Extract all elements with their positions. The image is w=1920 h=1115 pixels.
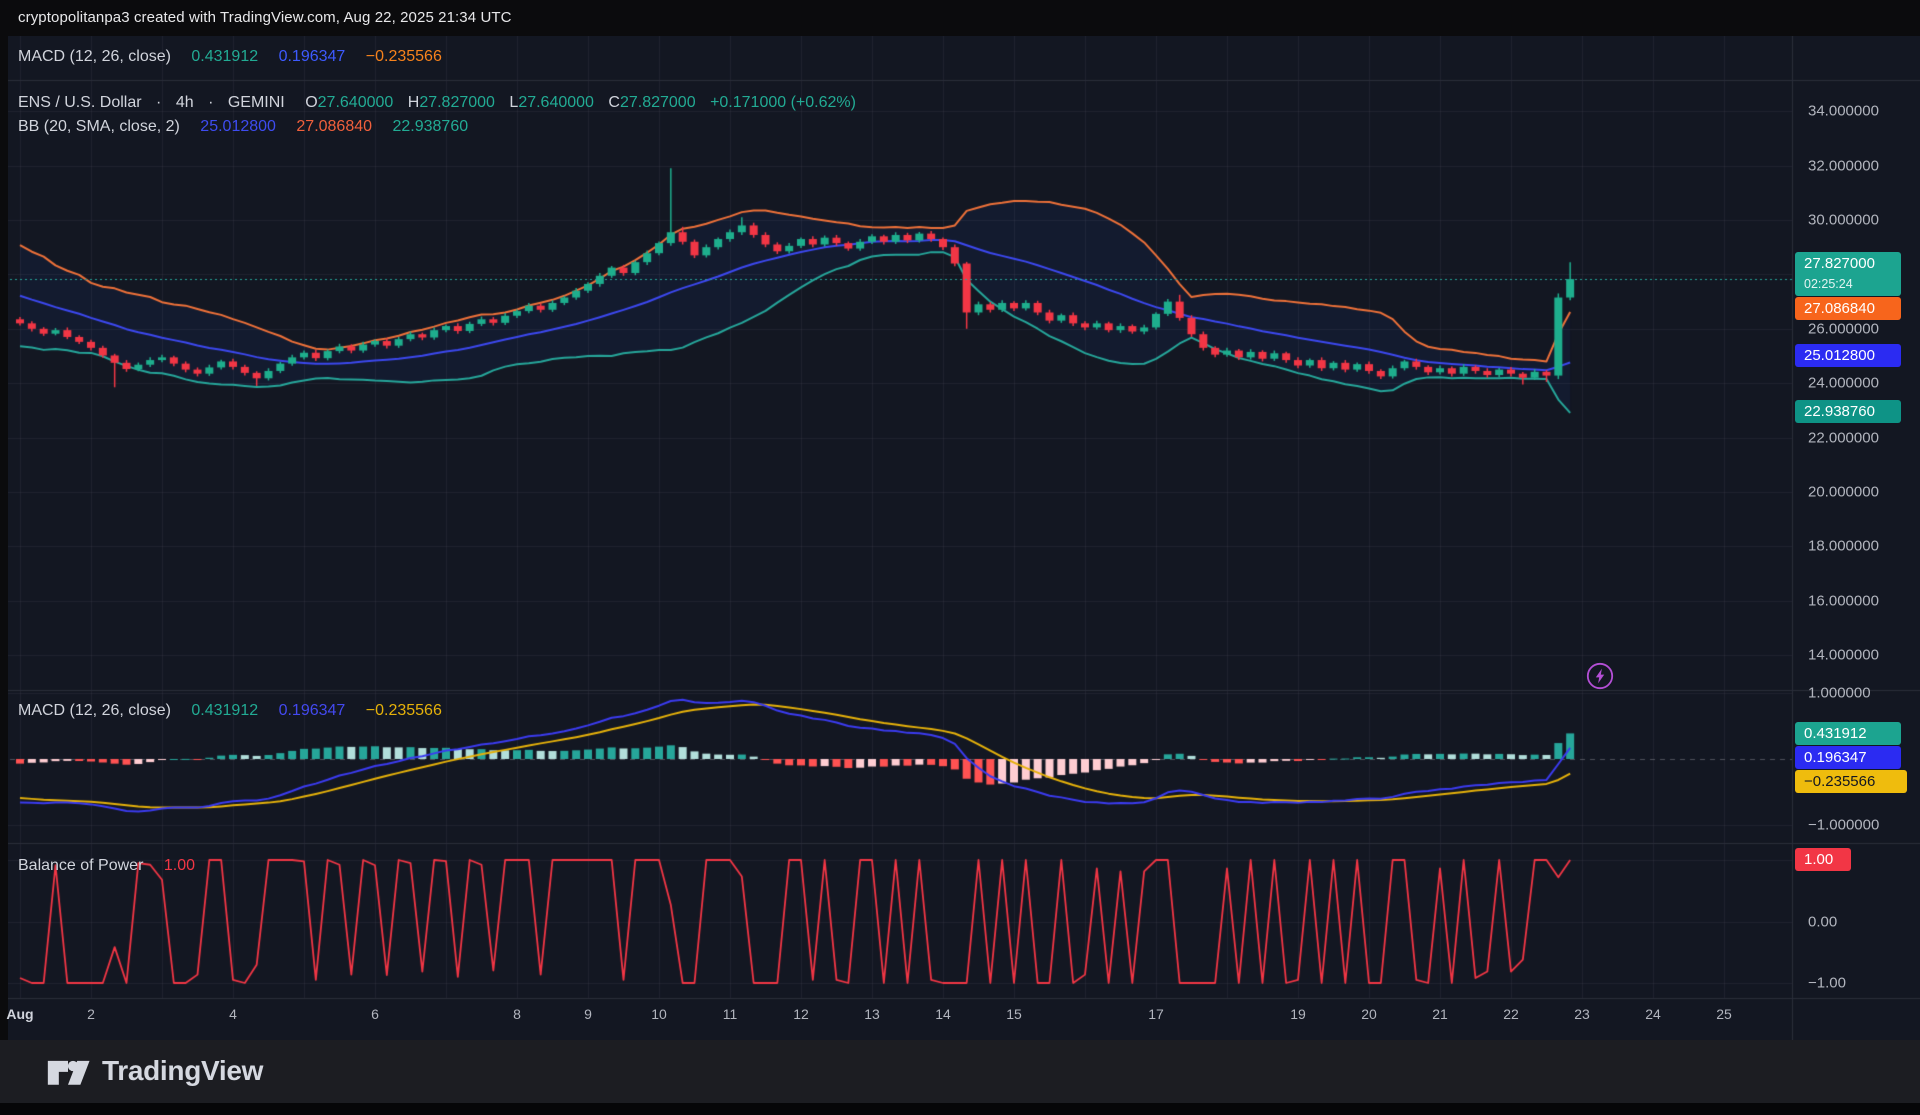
current-price-badge: 27.827000 02:25:24 xyxy=(1795,252,1901,296)
tradingview-chart-app: cryptopolitanpa3 created with TradingVie… xyxy=(0,0,1920,1115)
watermark-text: cryptopolitanpa3 created with TradingVie… xyxy=(18,9,512,26)
change-value: +0.171000 (+0.62%) xyxy=(710,94,856,111)
title-bar: cryptopolitanpa3 created with TradingVie… xyxy=(0,0,1920,36)
chart-canvas[interactable] xyxy=(0,36,1920,1040)
bop-axis-label: 0.00 xyxy=(1808,913,1837,930)
price-axis-label: 30.000000 xyxy=(1808,212,1879,229)
macd-signal-badge: −0.235566 xyxy=(1795,770,1907,793)
bb-basis-value: 25.012800 xyxy=(200,118,276,135)
time-axis-label: 8 xyxy=(513,1006,521,1022)
time-axis-label: 22 xyxy=(1503,1006,1519,1022)
time-axis-label: 11 xyxy=(723,1006,738,1022)
open-value: 27.640000 xyxy=(318,94,394,111)
lightning-icon xyxy=(1585,661,1615,691)
time-axis-label: 25 xyxy=(1716,1006,1732,1022)
time-axis-label: 14 xyxy=(935,1006,951,1022)
bop-value: 1.00 xyxy=(164,857,195,874)
time-axis-label: 24 xyxy=(1645,1006,1661,1022)
price-axis-label: 22.000000 xyxy=(1808,429,1879,446)
macd-line-badge: 0.196347 xyxy=(1795,746,1901,769)
macd-top-signal-value: −0.235566 xyxy=(366,48,442,65)
left-edge-strip xyxy=(0,36,8,1040)
low-label: L xyxy=(509,94,518,111)
macd-pane-legend: MACD (12, 26, close) 0.431912 0.196347 −… xyxy=(18,702,442,720)
low-value: 27.640000 xyxy=(518,94,594,111)
time-axis-label: 12 xyxy=(793,1006,809,1022)
bop-legend: Balance of Power 1.00 xyxy=(18,857,195,875)
boost-lightning-button[interactable] xyxy=(1585,661,1615,691)
time-axis-label: 4 xyxy=(229,1006,237,1022)
tradingview-logo[interactable]: TradingView xyxy=(46,1051,263,1091)
time-axis-label: 19 xyxy=(1290,1006,1306,1022)
time-axis-label: 20 xyxy=(1361,1006,1377,1022)
footer-bar xyxy=(0,1040,1920,1103)
separator-dot: · xyxy=(208,94,213,111)
price-axis-label: 20.000000 xyxy=(1808,484,1879,501)
bb-legend: BB (20, SMA, close, 2) 25.012800 27.0868… xyxy=(18,118,468,136)
price-axis-label: 32.000000 xyxy=(1808,157,1879,174)
high-value: 27.827000 xyxy=(419,94,495,111)
macd-legend-label: MACD (12, 26, close) xyxy=(18,702,171,719)
close-label: C xyxy=(608,94,620,111)
separator-dot: · xyxy=(156,94,161,111)
macd-line-value: 0.196347 xyxy=(279,702,346,719)
time-axis-label: 23 xyxy=(1574,1006,1590,1022)
price-axis-label: 14.000000 xyxy=(1808,647,1879,664)
symbol-legend: ENS / U.S. Dollar · 4h · GEMINI O27.6400… xyxy=(18,94,856,112)
tradingview-logo-text: TradingView xyxy=(102,1055,263,1087)
macd-axis-label: −1.000000 xyxy=(1808,817,1879,834)
symbol-name: ENS / U.S. Dollar xyxy=(18,94,142,111)
time-axis-label: 9 xyxy=(584,1006,592,1022)
price-axis-label: 34.000000 xyxy=(1808,103,1879,120)
open-label: O xyxy=(305,94,317,111)
macd-signal-value: −0.235566 xyxy=(366,702,442,719)
close-value: 27.827000 xyxy=(620,94,696,111)
candle-countdown: 02:25:24 xyxy=(1804,276,1901,292)
price-axis-label: 18.000000 xyxy=(1808,538,1879,555)
time-axis-label: Aug xyxy=(6,1006,33,1022)
time-axis-label: 21 xyxy=(1432,1006,1448,1022)
bb-legend-label: BB (20, SMA, close, 2) xyxy=(18,118,180,135)
current-price-value: 27.827000 xyxy=(1804,252,1901,276)
time-axis-label: 6 xyxy=(371,1006,379,1022)
macd-top-line-value: 0.196347 xyxy=(279,48,346,65)
macd-hist-badge: 0.431912 xyxy=(1795,722,1901,745)
macd-axis-label: 1.000000 xyxy=(1808,685,1871,702)
interval-label: 4h xyxy=(176,94,194,111)
bop-badge: 1.00 xyxy=(1795,848,1851,871)
footer-bottom-strip xyxy=(0,1103,1920,1115)
macd-top-legend: MACD (12, 26, close) 0.431912 0.196347 −… xyxy=(18,48,442,66)
price-axis-label: 24.000000 xyxy=(1808,375,1879,392)
price-axis-label: 26.000000 xyxy=(1808,320,1879,337)
time-axis-label: 2 xyxy=(87,1006,95,1022)
bb-lower-badge: 22.938760 xyxy=(1795,400,1901,423)
time-axis-label: 10 xyxy=(651,1006,667,1022)
macd-hist-value: 0.431912 xyxy=(191,702,258,719)
macd-top-legend-label: MACD (12, 26, close) xyxy=(18,48,171,65)
bb-basis-badge: 25.012800 xyxy=(1795,344,1901,367)
bop-legend-label: Balance of Power xyxy=(18,857,143,874)
bb-upper-badge: 27.086840 xyxy=(1795,297,1901,320)
price-axis-label: 16.000000 xyxy=(1808,592,1879,609)
time-axis-label: 17 xyxy=(1148,1006,1164,1022)
bb-upper-value: 27.086840 xyxy=(296,118,372,135)
time-axis-label: 13 xyxy=(864,1006,880,1022)
bb-lower-value: 22.938760 xyxy=(392,118,468,135)
high-label: H xyxy=(408,94,420,111)
exchange-label: GEMINI xyxy=(228,94,285,111)
tradingview-logo-icon xyxy=(46,1051,90,1091)
time-axis-label: 15 xyxy=(1006,1006,1022,1022)
bop-axis-label: −1.00 xyxy=(1808,975,1846,992)
macd-top-hist-value: 0.431912 xyxy=(191,48,258,65)
